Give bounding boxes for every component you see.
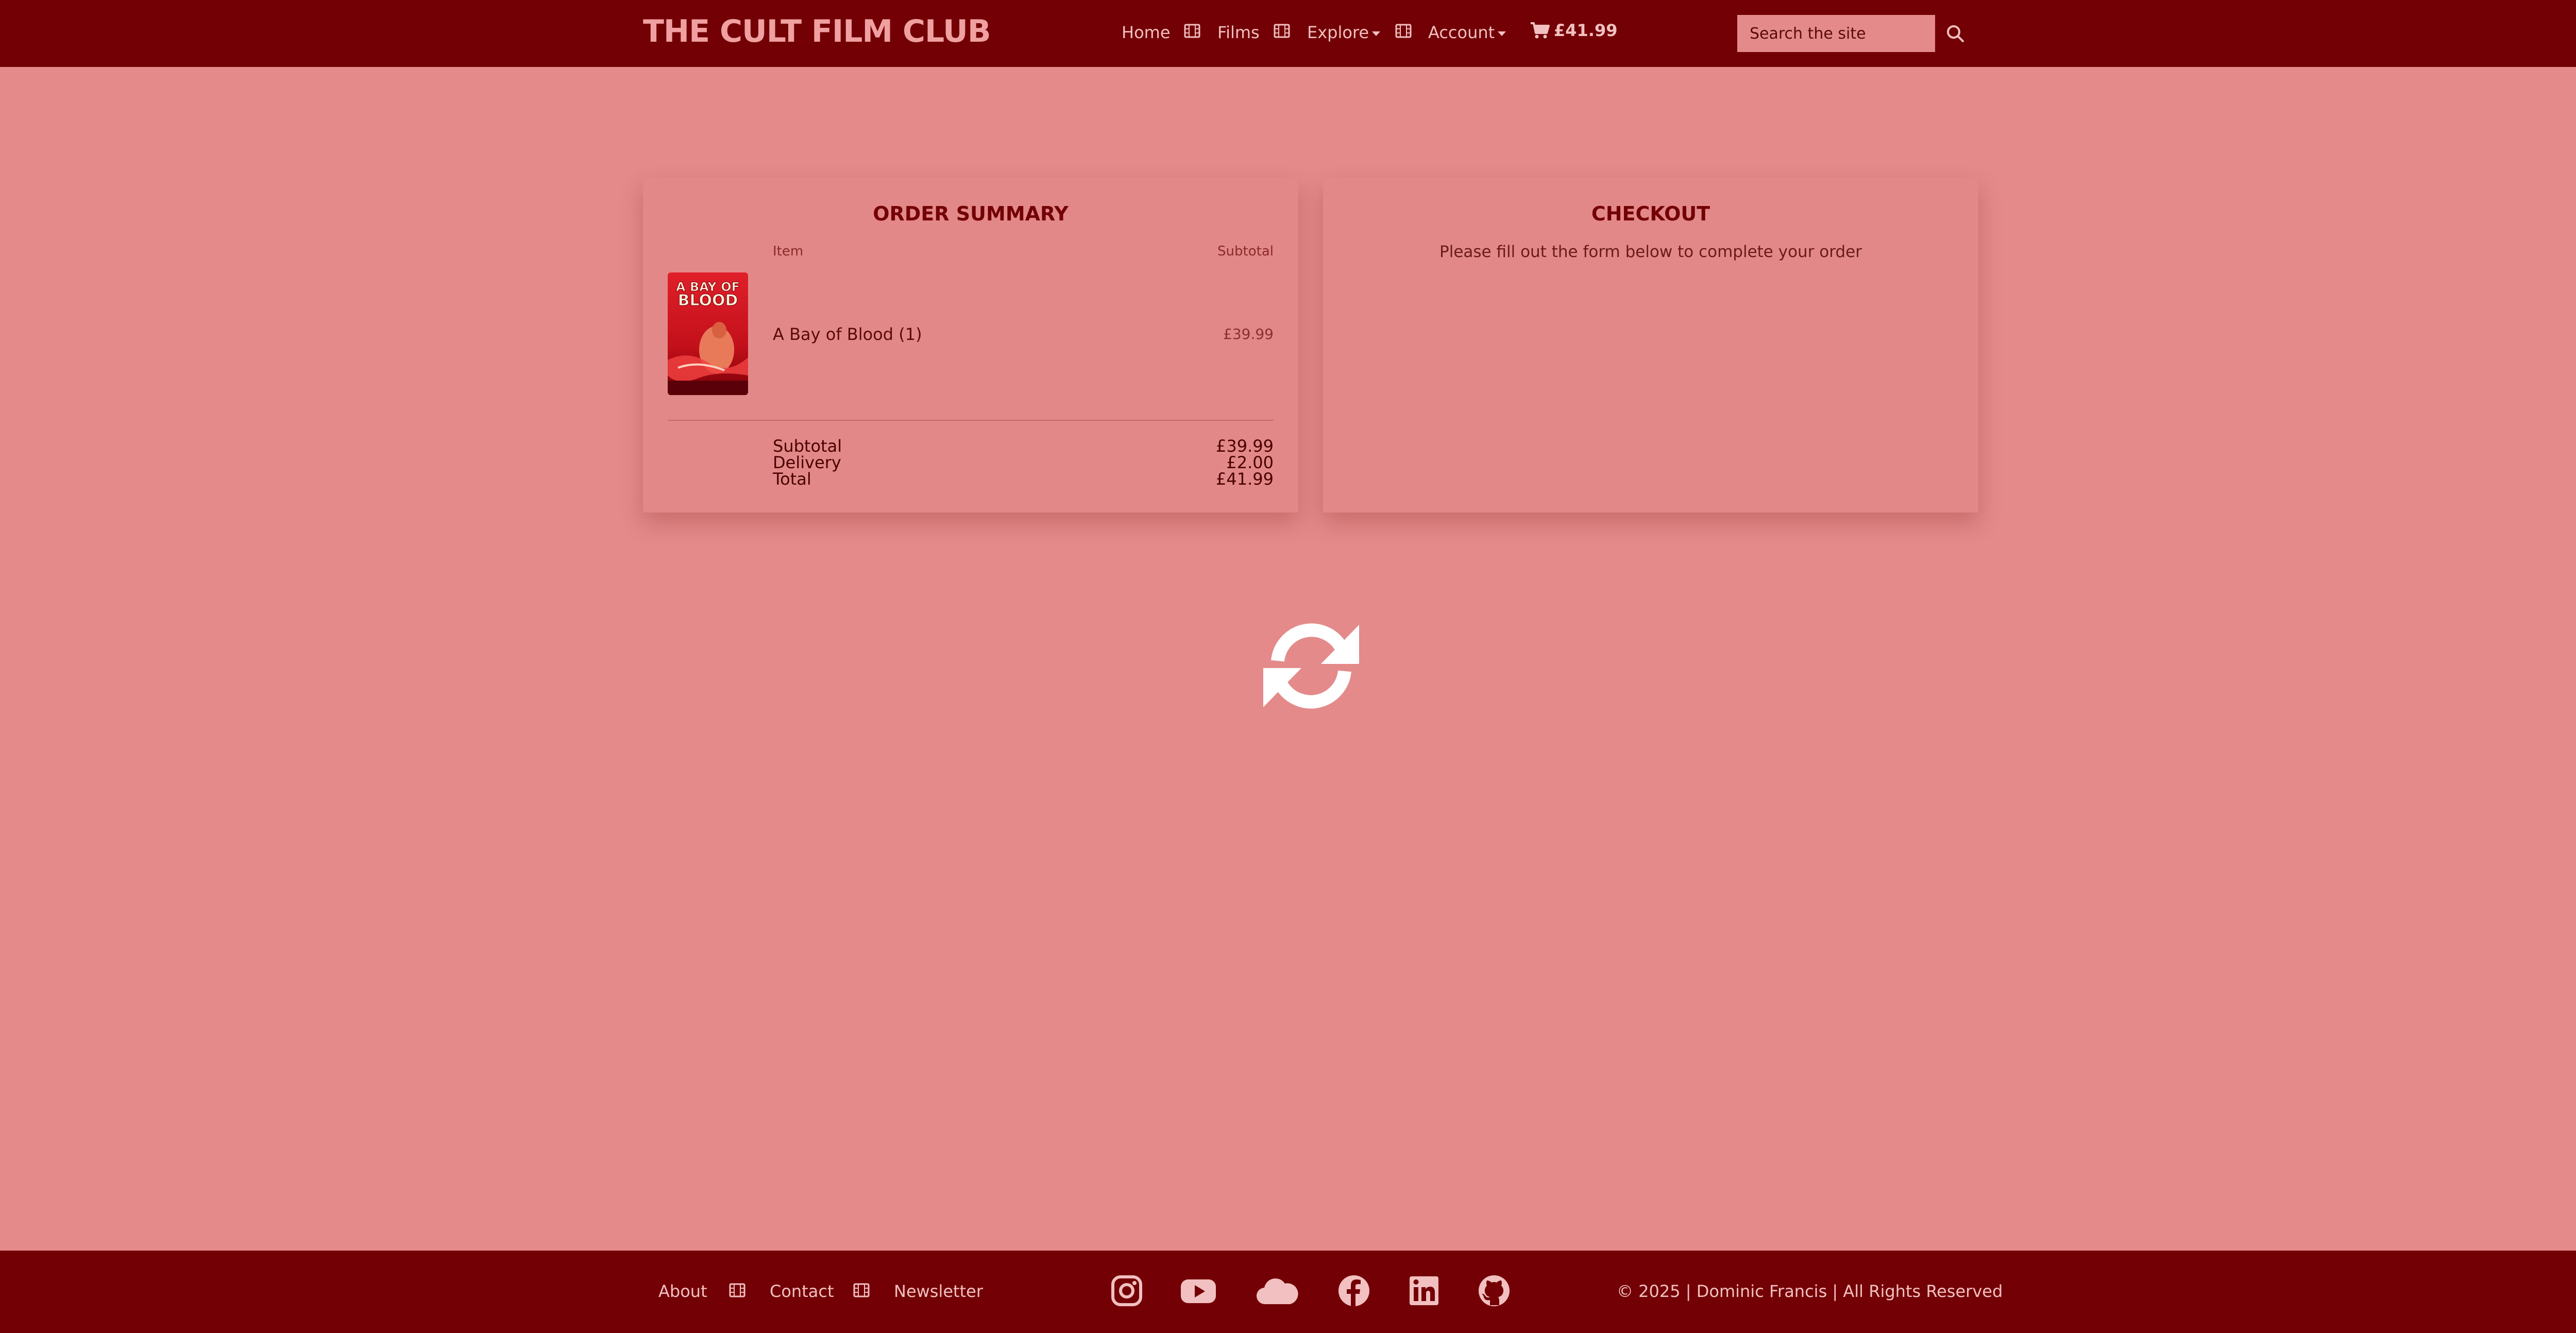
footer: About Contact Newsletter © 2025 | Domini…: [0, 1251, 2576, 1333]
order-summary-title: ORDER SUMMARY: [873, 202, 1069, 225]
order-item-name[interactable]: A Bay of Blood (1): [773, 324, 922, 344]
checkout-instructions: Please fill out the form below to comple…: [1439, 243, 1862, 261]
page: THE CULT FILM CLUB Home Films Explore Ac…: [0, 0, 2576, 1333]
facebook-icon[interactable]: [1337, 1274, 1370, 1307]
chevron-down-icon: [1498, 31, 1506, 36]
nav-films[interactable]: Films: [1217, 23, 1260, 42]
film-icon: [729, 1283, 745, 1297]
search-icon[interactable]: [1944, 23, 1967, 45]
linkedin-icon[interactable]: [1409, 1274, 1439, 1307]
total-value: £41.99: [1216, 469, 1274, 489]
total-label: Total: [773, 469, 811, 489]
film-icon: [1184, 24, 1200, 38]
subtotal-label: Subtotal: [773, 436, 842, 456]
film-icon: [853, 1283, 870, 1297]
delivery-label: Delivery: [773, 453, 841, 472]
film-icon: [1274, 24, 1290, 38]
film-icon: [1395, 24, 1412, 38]
github-icon[interactable]: [1478, 1274, 1511, 1307]
copyright-text: © 2025 | Dominic Francis | All Rights Re…: [1617, 1281, 2003, 1301]
film-poster-a-bay-of-blood[interactable]: A BAY OF BLOOD: [668, 272, 748, 395]
loading-spinner-icon: [1263, 623, 1359, 709]
poster-image: A BAY OF BLOOD: [668, 272, 748, 395]
footer-link-contact[interactable]: Contact: [770, 1281, 834, 1301]
order-item-price: £39.99: [1223, 326, 1274, 343]
cart-icon: [1531, 22, 1550, 39]
nav-account-label: Account: [1428, 23, 1495, 42]
subtotal-value: £39.99: [1216, 436, 1274, 456]
summary-divider: [668, 420, 1274, 421]
column-header-subtotal: Subtotal: [1217, 244, 1274, 259]
nav-home[interactable]: Home: [1122, 23, 1171, 42]
cart-link[interactable]: £41.99: [1530, 21, 1617, 40]
nav-account-dropdown[interactable]: Account: [1428, 23, 1506, 42]
site-brand[interactable]: THE CULT FILM CLUB: [643, 13, 991, 49]
nav-explore-label: Explore: [1307, 23, 1369, 42]
chevron-down-icon: [1372, 31, 1381, 36]
checkout-title: CHECKOUT: [1591, 202, 1710, 225]
youtube-icon[interactable]: [1180, 1274, 1217, 1307]
search-input[interactable]: [1737, 15, 1935, 52]
footer-link-newsletter[interactable]: Newsletter: [894, 1281, 983, 1301]
navbar: THE CULT FILM CLUB Home Films Explore Ac…: [0, 0, 2576, 67]
instagram-icon[interactable]: [1111, 1274, 1143, 1307]
poster-title-line-2: BLOOD: [678, 292, 738, 310]
cart-total: £41.99: [1554, 21, 1618, 40]
column-header-item: Item: [773, 244, 804, 259]
order-summary-card: ORDER SUMMARY Item Subtotal A BAY OF BLO…: [643, 178, 1298, 512]
delivery-value: £2.00: [1226, 453, 1274, 472]
footer-link-about[interactable]: About: [658, 1281, 707, 1301]
nav-explore-dropdown[interactable]: Explore: [1307, 23, 1381, 42]
cloud-icon[interactable]: [1256, 1274, 1298, 1307]
checkout-card: CHECKOUT Please fill out the form below …: [1323, 178, 1978, 512]
